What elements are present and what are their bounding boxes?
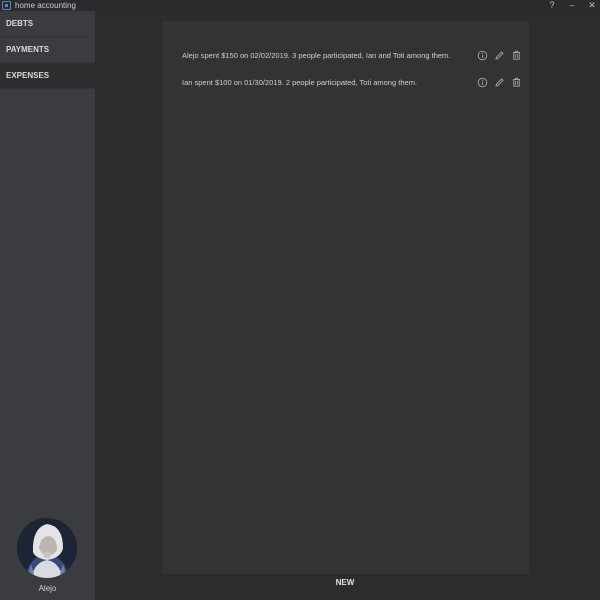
close-button[interactable]: ✕ <box>588 0 596 11</box>
minimize-button[interactable]: – <box>568 0 576 11</box>
window-title: home accounting <box>15 1 76 10</box>
info-icon[interactable] <box>477 77 488 88</box>
list-item: Alejo spent $150 on 02/02/2019. 3 people… <box>182 48 522 62</box>
edit-icon[interactable] <box>494 77 505 88</box>
sidebar-item-expenses[interactable]: EXPENSES <box>0 63 95 89</box>
help-button[interactable]: ? <box>548 0 556 11</box>
user-name: Alejo <box>38 584 57 593</box>
main-area: Alejo spent $150 on 02/02/2019. 3 people… <box>95 11 600 600</box>
delete-icon[interactable] <box>511 77 522 88</box>
sidebar-item-debts[interactable]: DEBTS <box>0 11 95 37</box>
expense-text: Ian spent $100 on 01/30/2019. 2 people p… <box>182 77 418 87</box>
list-item: Ian spent $100 on 01/30/2019. 2 people p… <box>182 75 522 89</box>
app-icon <box>2 1 11 10</box>
info-icon[interactable] <box>477 50 488 61</box>
expense-text: Alejo spent $150 on 02/02/2019. 3 people… <box>182 50 451 60</box>
sidebar-item-payments[interactable]: PAYMENTS <box>0 37 95 63</box>
row-actions <box>477 77 522 88</box>
delete-icon[interactable] <box>511 50 522 61</box>
avatar-image <box>17 518 77 578</box>
user-profile: Alejo <box>0 515 95 600</box>
new-expense-button[interactable]: NEW <box>325 574 365 592</box>
sidebar: DEBTS PAYMENTS EXPENSES Alejo <box>0 11 95 600</box>
avatar[interactable] <box>17 518 77 578</box>
window-controls: ? – ✕ <box>548 0 596 11</box>
expenses-list: Alejo spent $150 on 02/02/2019. 3 people… <box>162 21 529 574</box>
row-actions <box>477 50 522 61</box>
title-bar: home accounting ? – ✕ <box>0 0 600 11</box>
edit-icon[interactable] <box>494 50 505 61</box>
